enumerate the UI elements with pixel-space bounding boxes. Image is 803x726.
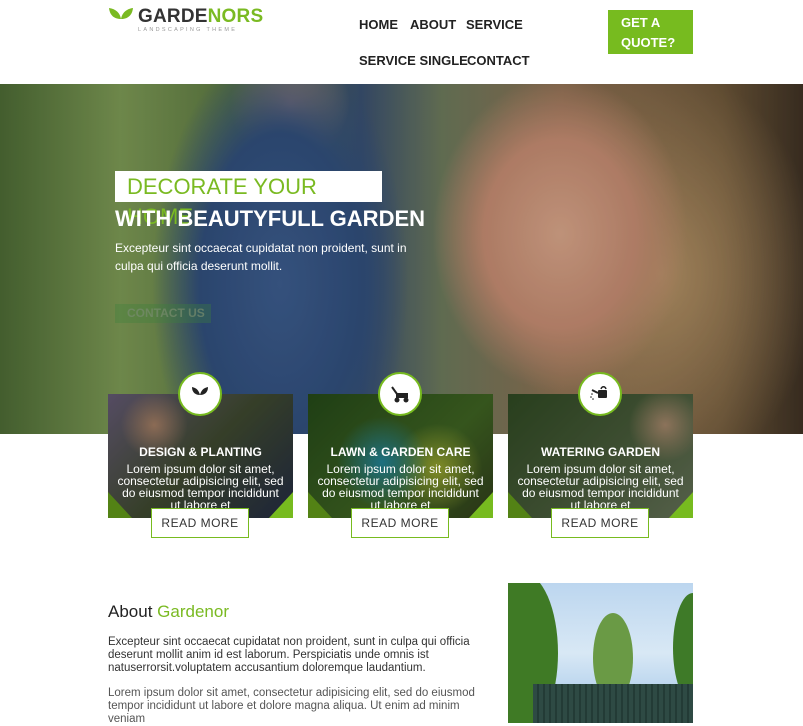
nav-service-single[interactable]: SERVICE SINGLE [359, 53, 468, 68]
leaf-logo-icon [109, 8, 133, 31]
contact-us-button[interactable]: CONTACT US [115, 304, 211, 323]
service-card-design: DESIGN & PLANTING Lorem ipsum dolor sit … [108, 372, 293, 538]
watering-can-icon [578, 372, 622, 416]
nav-home[interactable]: HOME [359, 17, 398, 32]
service-text: Lorem ipsum dolor sit amet, consectetur … [117, 463, 284, 511]
get-quote-button[interactable]: GET A QUOTE? [608, 10, 693, 54]
about-title: About Gardenor [108, 602, 229, 621]
hero-text: Excepteur sint occaecat cupidatat non pr… [115, 241, 407, 273]
service-title: WATERING GARDEN [540, 445, 661, 459]
nav-contact[interactable]: CONTACT [467, 53, 530, 68]
service-card-lawn: LAWN & GARDEN CARE Lorem ipsum dolor sit… [308, 372, 493, 538]
read-more-button[interactable]: READ MORE [351, 508, 449, 538]
lawn-mower-icon [378, 372, 422, 416]
about-image [508, 583, 693, 723]
nav-about[interactable]: ABOUT [410, 17, 456, 32]
service-card-watering: WATERING GARDEN Lorem ipsum dolor sit am… [508, 372, 693, 538]
logo-tagline: LANDSCAPING THEME [138, 27, 238, 33]
service-text: Lorem ipsum dolor sit amet, consectetur … [517, 463, 684, 511]
site-header: GARDENORS LANDSCAPING THEME HOME ABOUT S… [0, 0, 803, 84]
logo[interactable]: GARDENORS LANDSCAPING THEME [108, 7, 263, 33]
hero-title: WITH BEAUTYFULL GARDEN [115, 206, 426, 231]
about-paragraph: Excepteur sint occaecat cupidatat non pr… [108, 636, 470, 674]
nav-service[interactable]: SERVICE [466, 17, 523, 32]
service-title: DESIGN & PLANTING [139, 445, 262, 459]
about-paragraph: Lorem ipsum dolor sit amet, consectetur … [108, 687, 475, 725]
service-text: Lorem ipsum dolor sit amet, consectetur … [317, 463, 484, 511]
read-more-button[interactable]: READ MORE [551, 508, 649, 538]
read-more-button[interactable]: READ MORE [151, 508, 249, 538]
leaf-icon [178, 372, 222, 416]
service-title: LAWN & GARDEN CARE [330, 445, 471, 459]
hero-kicker: DECORATE YOUR HOME [115, 171, 382, 229]
